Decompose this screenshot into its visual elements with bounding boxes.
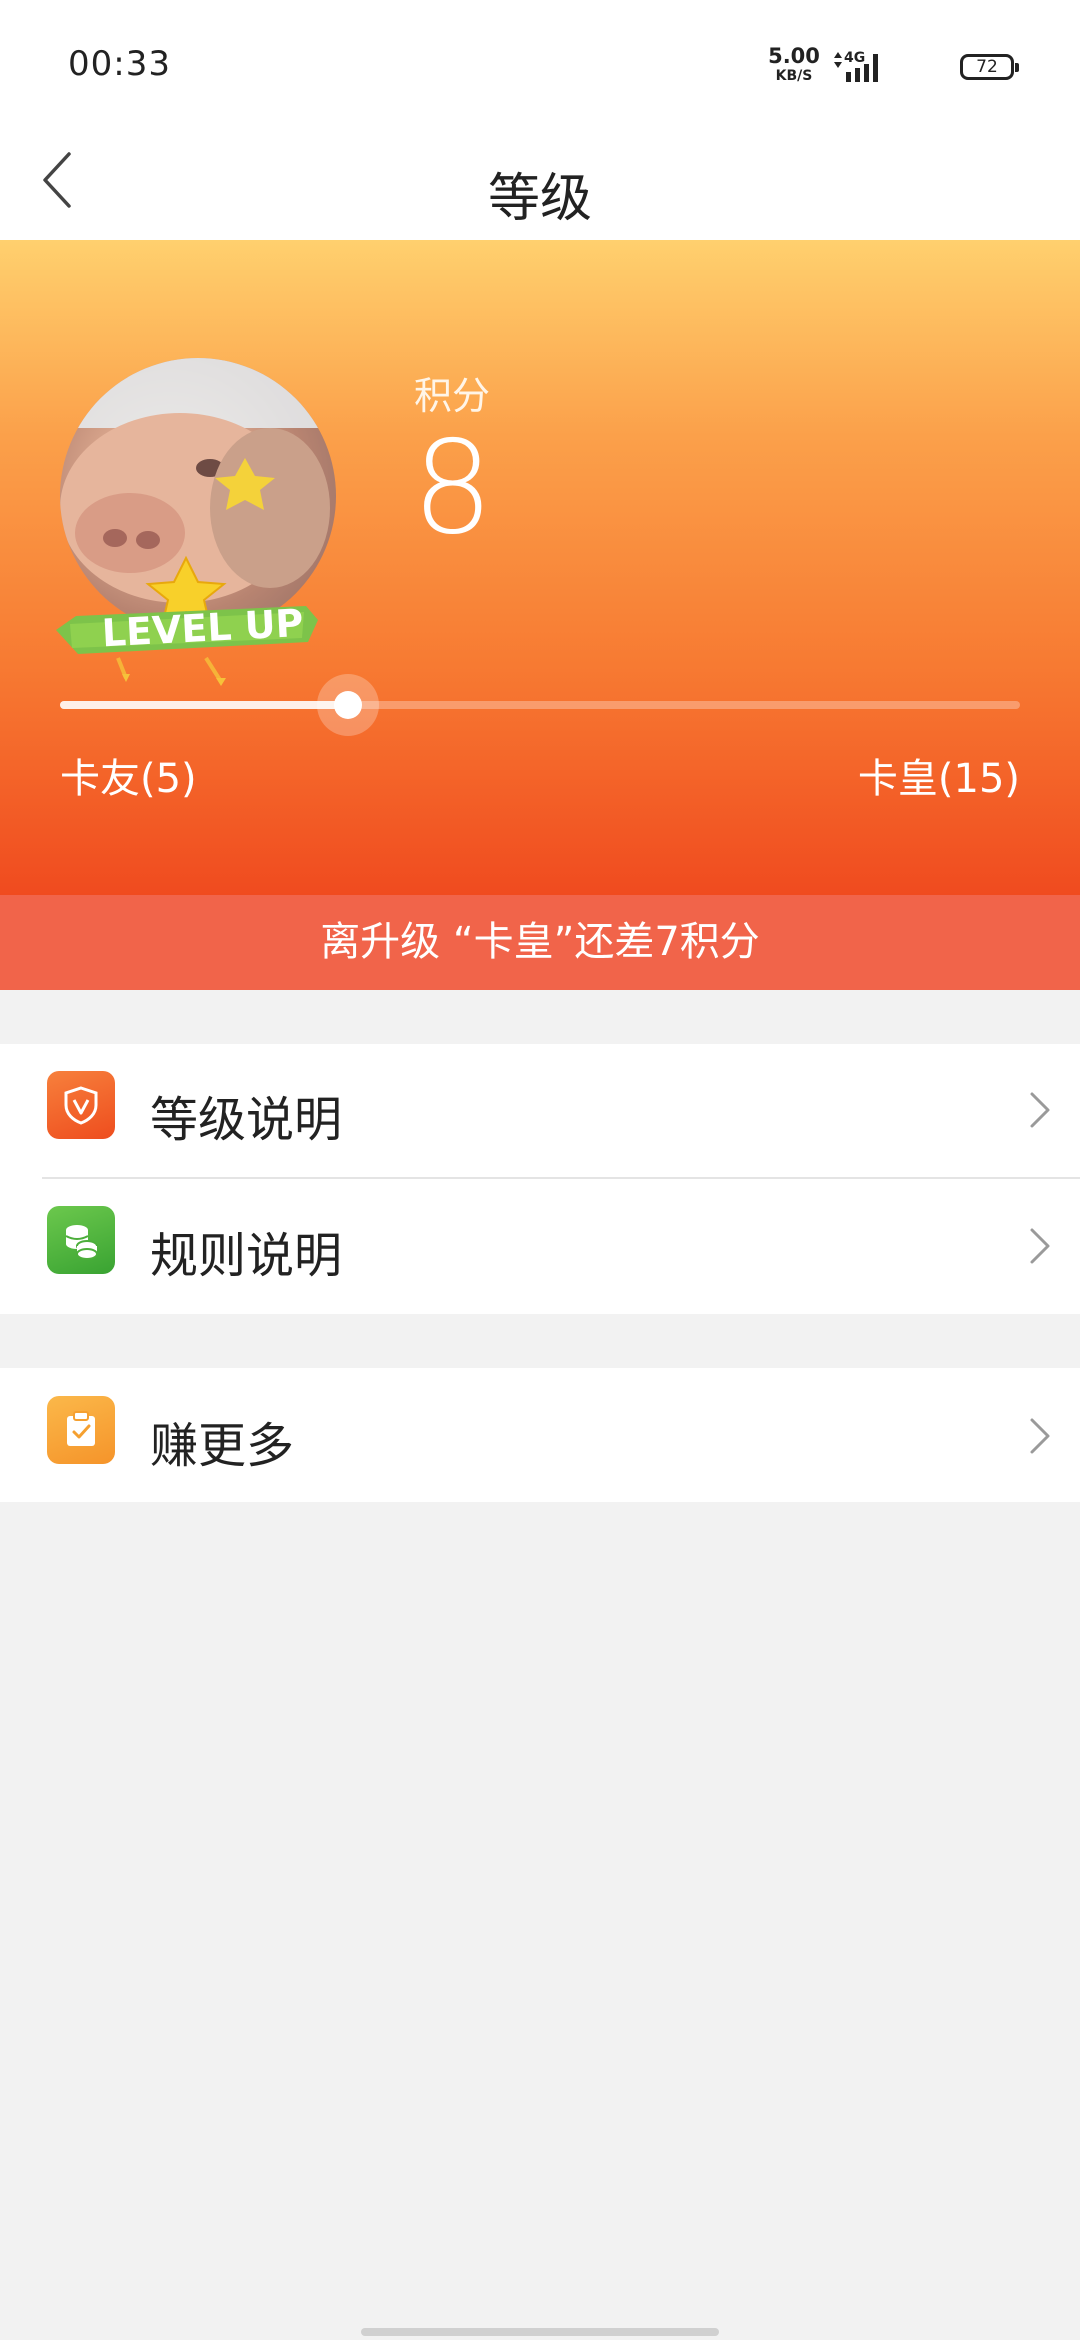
- clipboard-check-icon: [47, 1396, 115, 1464]
- page-title: 等级: [487, 169, 592, 229]
- network-speed-unit: KB/S: [775, 68, 813, 84]
- avatar-with-badge: LEVEL UP: [56, 358, 336, 688]
- network-speed: 5.00 KB/S: [764, 44, 824, 84]
- network-type: 4G: [844, 50, 865, 66]
- signal-icon: 4G: [832, 48, 896, 84]
- battery-icon: 72: [960, 54, 1019, 80]
- status-bar: 00:33 5.00 KB/S 4G 72: [0, 0, 1080, 120]
- nav-header: 等级: [0, 120, 1080, 240]
- level-hero: LEVEL UP 积分 8 卡友(5) 卡皇(15): [0, 240, 1080, 895]
- chevron-right-icon: [1030, 1092, 1050, 1128]
- coins-icon: [47, 1206, 115, 1274]
- network-speed-value: 5.00: [768, 44, 820, 68]
- level-progress-fill: [60, 701, 348, 709]
- menu-item-label: 等级说明: [150, 1092, 343, 1148]
- current-level-label: 卡友(5): [60, 756, 197, 802]
- upgrade-hint-banner: 离升级 “卡皇”还差7积分: [0, 895, 1080, 990]
- next-level-label: 卡皇(15): [857, 756, 1020, 802]
- menu-item-label: 规则说明: [150, 1228, 343, 1284]
- status-icons: 5.00 KB/S 4G 72: [714, 44, 1019, 86]
- score-value: 8: [412, 414, 494, 563]
- menu-item-earn-more[interactable]: 赚更多: [0, 1368, 1080, 1502]
- level-up-badge: LEVEL UP: [56, 555, 318, 686]
- menu-item-label: 赚更多: [150, 1418, 295, 1474]
- shield-v-icon: [47, 1071, 115, 1139]
- menu-item-rules[interactable]: 规则说明: [0, 1178, 1080, 1314]
- chevron-right-icon: [1030, 1418, 1050, 1454]
- menu-item-level-info[interactable]: 等级说明: [0, 1044, 1080, 1178]
- chevron-right-icon: [1030, 1228, 1050, 1264]
- level-progress-bar: [60, 674, 1020, 736]
- home-indicator[interactable]: [361, 2328, 719, 2336]
- battery-level: 72: [976, 57, 998, 77]
- level-up-text: LEVEL UP: [101, 601, 305, 655]
- level-progress-knob: [317, 674, 379, 736]
- menu-group-info: 等级说明 规则说明: [0, 1044, 1080, 1314]
- menu-group-earn: 赚更多: [0, 1368, 1080, 1502]
- score-label: 积分: [414, 374, 491, 418]
- status-time: 00:33: [68, 44, 171, 84]
